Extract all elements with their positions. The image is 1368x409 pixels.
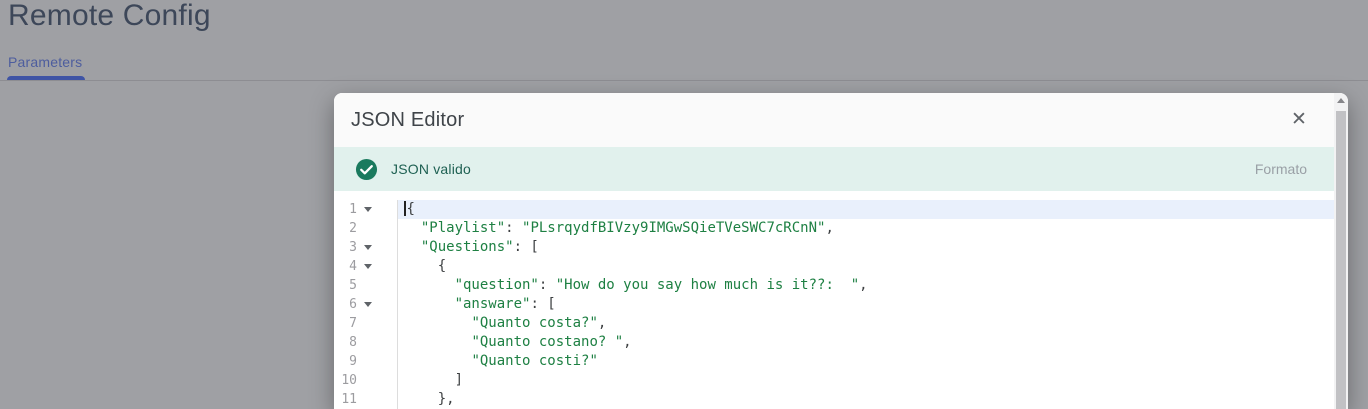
tabs-divider <box>0 80 1368 81</box>
line-number: 6 <box>334 297 357 312</box>
line-number: 2 <box>334 221 357 236</box>
code-text[interactable]: "Playlist": "PLsrqydfBIVzy9IMGwSQieTVeSW… <box>397 219 1334 238</box>
json-string-token: "Quanto costano? " <box>471 334 623 350</box>
json-punctuation-token <box>404 334 471 350</box>
code-text[interactable]: "Questions": [ <box>397 238 1334 257</box>
line-gutter: 7 <box>334 314 397 333</box>
code-lines: 1{2 "Playlist": "PLsrqydfBIVzy9IMGwSQieT… <box>334 200 1334 409</box>
text-caret <box>404 201 406 216</box>
code-line: 7 "Quanto costa?", <box>334 314 1334 333</box>
json-punctuation-token: , <box>859 277 867 293</box>
code-line: 9 "Quanto costi?" <box>334 352 1334 371</box>
json-editor-dialog: JSON Editor ✕ JSON valido Formato 1{2 "P… <box>334 93 1348 409</box>
line-number: 10 <box>334 373 357 388</box>
code-text[interactable]: { <box>397 257 1334 276</box>
fold-toggle-icon[interactable] <box>364 207 372 212</box>
line-gutter: 8 <box>334 333 397 352</box>
json-punctuation-token: : <box>505 220 522 236</box>
scroll-up-button[interactable] <box>1334 93 1348 107</box>
json-string-token: "How do you say how much is it??: " <box>556 277 859 293</box>
code-line: 3 "Questions": [ <box>334 238 1334 257</box>
close-icon: ✕ <box>1291 109 1307 130</box>
line-gutter: 6 <box>334 295 397 314</box>
fold-toggle-icon[interactable] <box>364 302 372 307</box>
code-line: 8 "Quanto costano? ", <box>334 333 1334 352</box>
json-punctuation-token: }, <box>404 391 455 407</box>
json-punctuation-token <box>404 277 455 293</box>
json-punctuation-token: { <box>407 201 415 217</box>
code-line: 10 ] <box>334 371 1334 390</box>
check-circle-icon <box>355 158 378 181</box>
code-line: 4 { <box>334 257 1334 276</box>
json-string-token: "Quanto costa?" <box>471 315 597 331</box>
json-string-token: "question" <box>455 277 539 293</box>
json-punctuation-token: , <box>623 334 631 350</box>
line-gutter: 4 <box>334 257 397 276</box>
line-gutter: 3 <box>334 238 397 257</box>
code-text[interactable]: "Quanto costa?", <box>397 314 1334 333</box>
json-punctuation-token: { <box>404 258 446 274</box>
line-number: 9 <box>334 354 357 369</box>
line-number: 3 <box>334 240 357 255</box>
json-punctuation-token <box>404 315 471 331</box>
json-string-token: "Quanto costi?" <box>471 353 597 369</box>
line-number: 8 <box>334 335 357 350</box>
vertical-scrollbar[interactable] <box>1334 93 1348 409</box>
tab-parameters[interactable]: Parameters <box>8 54 82 70</box>
line-number: 5 <box>334 278 357 293</box>
json-string-token: "answare" <box>455 296 531 312</box>
line-number: 7 <box>334 316 357 331</box>
line-gutter: 1 <box>334 200 397 219</box>
json-string-token: "Questions" <box>421 239 514 255</box>
code-text[interactable]: "Quanto costi?" <box>397 352 1334 371</box>
json-punctuation-token <box>404 239 421 255</box>
code-text[interactable]: "answare": [ <box>397 295 1334 314</box>
dialog-content: JSON Editor ✕ JSON valido Formato 1{2 "P… <box>334 93 1334 409</box>
format-button[interactable]: Formato <box>1255 161 1307 177</box>
line-gutter: 9 <box>334 352 397 371</box>
json-punctuation-token: ] <box>404 372 463 388</box>
code-text[interactable]: ] <box>397 371 1334 390</box>
code-text[interactable]: }, <box>397 390 1334 409</box>
json-punctuation-token: , <box>825 220 833 236</box>
code-text[interactable]: "Quanto costano? ", <box>397 333 1334 352</box>
line-number: 11 <box>334 392 357 407</box>
dialog-header: JSON Editor ✕ <box>334 93 1334 147</box>
line-number: 1 <box>334 202 357 217</box>
json-punctuation-token: : <box>539 277 556 293</box>
line-number: 4 <box>334 259 357 274</box>
json-punctuation-token <box>404 353 471 369</box>
line-gutter: 2 <box>334 219 397 238</box>
code-text[interactable]: { <box>397 200 1334 219</box>
code-text[interactable]: "question": "How do you say how much is … <box>397 276 1334 295</box>
json-punctuation-token: , <box>598 315 606 331</box>
json-string-token: "PLsrqydfBIVzy9IMGwSQieTVeSWC7cRCnN" <box>522 220 825 236</box>
code-line: 6 "answare": [ <box>334 295 1334 314</box>
code-line: 5 "question": "How do you say how much i… <box>334 276 1334 295</box>
json-punctuation-token: : [ <box>514 239 539 255</box>
line-gutter: 11 <box>334 390 397 409</box>
page-title: Remote Config <box>8 0 211 36</box>
close-button[interactable]: ✕ <box>1287 108 1311 132</box>
fold-toggle-icon[interactable] <box>364 264 372 269</box>
json-code-editor[interactable]: 1{2 "Playlist": "PLsrqydfBIVzy9IMGwSQieT… <box>334 191 1334 409</box>
fold-toggle-icon[interactable] <box>364 245 372 250</box>
line-gutter: 5 <box>334 276 397 295</box>
json-punctuation-token: : [ <box>530 296 555 312</box>
code-line: 11 }, <box>334 390 1334 409</box>
code-line: 2 "Playlist": "PLsrqydfBIVzy9IMGwSQieTVe… <box>334 219 1334 238</box>
scrollbar-thumb[interactable] <box>1336 111 1346 409</box>
json-punctuation-token <box>404 296 455 312</box>
status-message: JSON valido <box>391 161 471 177</box>
code-line: 1{ <box>334 200 1334 219</box>
json-string-token: "Playlist" <box>421 220 505 236</box>
json-punctuation-token <box>404 220 421 236</box>
line-gutter: 10 <box>334 371 397 390</box>
dialog-title: JSON Editor <box>351 109 464 132</box>
validation-status-bar: JSON valido Formato <box>334 147 1334 191</box>
